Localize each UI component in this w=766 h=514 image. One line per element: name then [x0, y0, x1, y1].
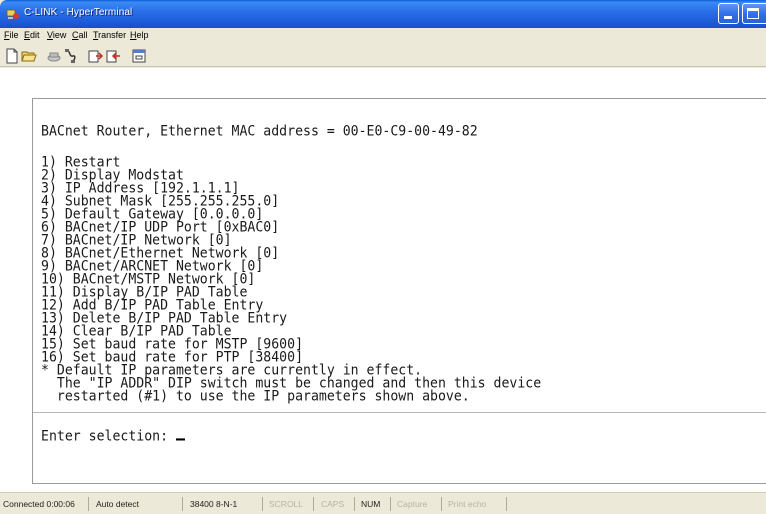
terminal-screen[interactable]: BACnet Router, Ethernet MAC address = 00…: [32, 98, 766, 484]
menu-file[interactable]: File: [4, 30, 19, 40]
terminal-divider: [33, 412, 766, 413]
send-icon[interactable]: [87, 48, 103, 64]
text-cursor: [175, 438, 185, 441]
status-bar: Connected 0:00:06 Auto detect 38400 8-N-…: [0, 492, 766, 514]
open-icon[interactable]: [21, 48, 37, 64]
menu-help[interactable]: Help: [130, 30, 149, 40]
disconnect-icon[interactable]: [63, 48, 79, 64]
menu-call[interactable]: Call: [72, 30, 88, 40]
hyperterminal-app-icon: [6, 9, 19, 19]
status-baud: 38400 8-N-1: [187, 497, 263, 511]
hyperterminal-window: C-LINK - HyperTerminal File Edit View Ca…: [0, 0, 766, 514]
status-scroll: SCROLL: [266, 497, 314, 511]
menu-edit[interactable]: Edit: [24, 30, 40, 40]
title-bar[interactable]: C-LINK - HyperTerminal: [0, 0, 766, 28]
status-connected: Connected 0:00:06: [0, 497, 89, 511]
status-capture: Capture: [394, 497, 442, 511]
minimize-button[interactable]: [718, 3, 739, 24]
terminal-area[interactable]: BACnet Router, Ethernet MAC address = 00…: [0, 68, 766, 492]
properties-icon[interactable]: [131, 48, 147, 64]
status-caps: CAPS: [318, 497, 355, 511]
menu-view[interactable]: View: [47, 30, 66, 40]
maximize-icon: [747, 8, 759, 19]
prompt-text: Enter selection:: [41, 428, 176, 445]
terminal-prompt: Enter selection:: [41, 430, 185, 444]
menu-bar: File Edit View Call Transfer Help: [0, 28, 766, 45]
receive-icon[interactable]: [105, 48, 121, 64]
status-auto-detect: Auto detect: [93, 497, 183, 511]
status-print-echo: Print echo: [445, 497, 507, 511]
menu-transfer[interactable]: Transfer: [93, 30, 126, 40]
terminal-line: restarted (#1) to use the IP parameters …: [41, 388, 470, 405]
maximize-button[interactable]: [742, 3, 766, 24]
new-icon[interactable]: [4, 48, 20, 64]
window-title: C-LINK - HyperTerminal: [24, 7, 133, 18]
terminal-header: BACnet Router, Ethernet MAC address = 00…: [41, 123, 478, 140]
minimize-icon: [724, 16, 732, 19]
connect-icon[interactable]: [46, 48, 62, 64]
status-num: NUM: [358, 497, 391, 511]
toolbar: [0, 45, 766, 67]
